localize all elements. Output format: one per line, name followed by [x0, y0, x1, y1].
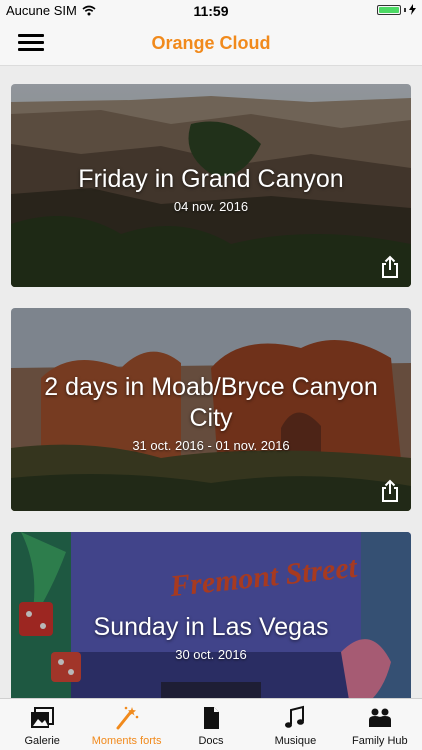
tab-label: Galerie	[24, 735, 60, 747]
share-icon[interactable]	[379, 479, 401, 503]
family-icon	[368, 708, 391, 727]
navigation-bar: Orange Cloud	[0, 22, 422, 66]
tab-label: Musique	[274, 735, 317, 747]
tab-label: Docs	[198, 735, 224, 747]
tab-bar: Galerie Moments forts Docs Musique Famil…	[0, 698, 422, 750]
card-date: 30 oct. 2016	[175, 647, 247, 662]
moment-card-moab-bryce[interactable]: 2 days in Moab/Bryce Canyon City 31 oct.…	[11, 308, 411, 511]
share-icon[interactable]	[379, 255, 401, 279]
moment-card-las-vegas[interactable]: Fremont Street Sunday in Las Vegas 30 oc…	[11, 532, 411, 698]
tab-label: Moments forts	[91, 735, 162, 747]
music-note-icon	[285, 705, 305, 728]
card-title: Sunday in Las Vegas	[93, 613, 329, 641]
tab-galerie[interactable]: Galerie	[0, 699, 84, 750]
document-icon	[204, 707, 220, 729]
photo-gallery-icon	[31, 707, 55, 728]
magic-wand-icon	[116, 706, 138, 730]
card-title: Friday in Grand Canyon	[78, 165, 344, 193]
card-title: 2 days in Moab/Bryce Canyon City	[44, 373, 378, 432]
tab-docs[interactable]: Docs	[169, 699, 253, 750]
charging-bolt-icon	[409, 4, 416, 15]
status-time: 11:59	[193, 3, 229, 19]
card-date: 04 nov. 2016	[173, 199, 249, 214]
tab-family-hub[interactable]: Family Hub	[338, 699, 422, 750]
tab-label: Family Hub	[352, 735, 408, 747]
battery-tip	[404, 7, 406, 12]
app-title: Orange Cloud	[151, 33, 271, 53]
status-bar: Aucune SIM 11:59	[0, 0, 422, 22]
battery-icon	[377, 4, 401, 15]
card-date: 31 oct. 2016 - 01 nov. 2016	[132, 438, 290, 453]
tab-musique[interactable]: Musique	[253, 699, 337, 750]
moments-feed[interactable]: Friday in Grand Canyon 04 nov. 2016 2 da…	[0, 66, 422, 698]
moment-card-grand-canyon[interactable]: Friday in Grand Canyon 04 nov. 2016	[11, 84, 411, 287]
tab-moments-forts[interactable]: Moments forts	[84, 699, 168, 750]
